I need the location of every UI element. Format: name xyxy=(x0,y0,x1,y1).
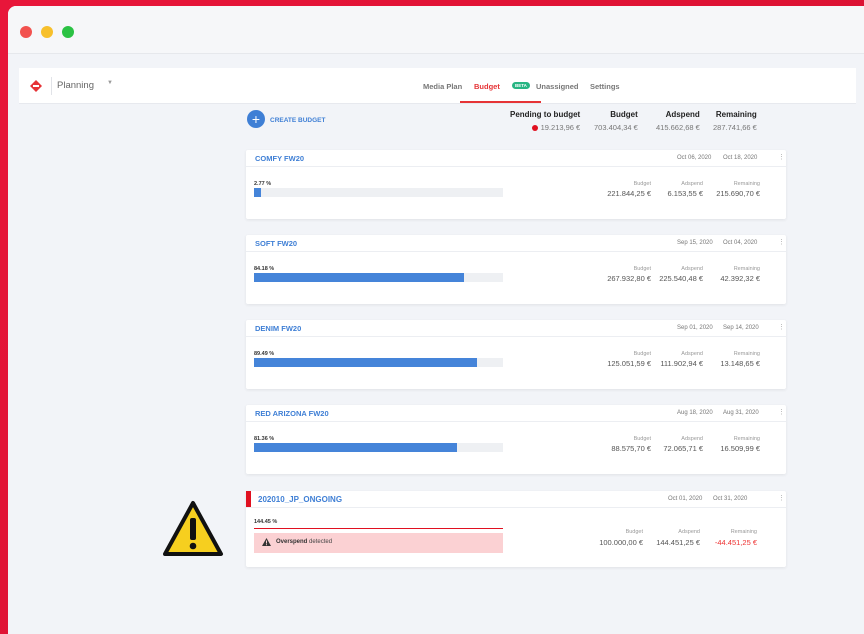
budget-card[interactable]: COMFY FW20 Oct 06, 2020 Oct 18, 2020 ⋮ 2… xyxy=(246,150,786,219)
remaining-label: Remaining xyxy=(733,351,760,357)
budget-name[interactable]: DENIM FW20 xyxy=(255,324,301,333)
progress-bar xyxy=(254,358,503,367)
remaining-label: Remaining xyxy=(733,436,760,442)
tab-settings[interactable]: Settings xyxy=(590,82,620,91)
start-date: Aug 18, 2020 xyxy=(677,410,713,416)
budget-label: Budget xyxy=(633,436,651,442)
start-date: Oct 01, 2020 xyxy=(668,496,703,502)
remaining-value: 16.509,99 € xyxy=(720,444,760,453)
budget-card[interactable]: RED ARIZONA FW20 Aug 18, 2020 Aug 31, 20… xyxy=(246,405,786,474)
summary-budget: Budget 703.404,34 € xyxy=(594,110,638,132)
more-options-icon[interactable]: ⋮ xyxy=(778,153,785,161)
brand-logo-icon xyxy=(30,80,42,92)
remaining-value: 13.148,65 € xyxy=(720,359,760,368)
end-date: Oct 31, 2020 xyxy=(713,496,748,502)
summary-budget-label: Budget xyxy=(610,110,638,119)
beta-badge: BETA xyxy=(512,82,530,89)
summary-pending-value: 19.213,96 € xyxy=(540,123,581,132)
budget-name[interactable]: SOFT FW20 xyxy=(255,239,297,248)
maximize-window-button[interactable] xyxy=(62,26,74,38)
plus-icon: + xyxy=(247,110,265,128)
progress-percent: 144.45 % xyxy=(254,519,278,525)
summary-pending-label: Pending to budget xyxy=(510,110,581,119)
budget-name[interactable]: 202010_JP_ONGOING xyxy=(258,495,342,504)
budget-card[interactable]: SOFT FW20 Sep 15, 2020 Oct 04, 2020 ⋮ 84… xyxy=(246,235,786,304)
budget-name[interactable]: RED ARIZONA FW20 xyxy=(255,409,329,418)
more-options-icon[interactable]: ⋮ xyxy=(778,494,785,502)
progress-bar xyxy=(254,273,503,282)
minimize-window-button[interactable] xyxy=(41,26,53,38)
top-navigation: Planning ▼ Media Plan Budget BETA Unassi… xyxy=(19,68,856,104)
budget-card[interactable]: DENIM FW20 Sep 01, 2020 Sep 14, 2020 ⋮ 8… xyxy=(246,320,786,389)
progress-fill xyxy=(254,358,477,367)
summary-budget-value: 703.404,34 € xyxy=(594,123,638,132)
tab-media-plan[interactable]: Media Plan xyxy=(423,82,462,91)
start-date: Oct 06, 2020 xyxy=(677,155,712,161)
summary-remaining-value: 287.741,66 € xyxy=(713,123,757,132)
overspend-alert: Overspend detected xyxy=(254,533,503,553)
remaining-value: 42.392,32 € xyxy=(720,274,760,283)
more-options-icon[interactable]: ⋮ xyxy=(778,408,785,416)
more-options-icon[interactable]: ⋮ xyxy=(778,323,785,331)
remaining-label: Remaining xyxy=(733,181,760,187)
adspend-label: Adspend xyxy=(681,436,703,442)
active-tab-indicator xyxy=(460,101,541,103)
remaining-value: -44.451,25 € xyxy=(714,538,757,547)
progress-fill xyxy=(254,443,457,452)
close-window-button[interactable] xyxy=(20,26,32,38)
budget-label: Budget xyxy=(633,351,651,357)
summary-remaining: Remaining 287.741,66 € xyxy=(713,110,757,132)
progress-percent: 84.18 % xyxy=(254,266,275,272)
window-titlebar xyxy=(8,6,864,54)
warning-text: detected xyxy=(309,539,333,545)
progress-fill xyxy=(254,188,261,197)
adspend-label: Adspend xyxy=(681,181,703,187)
warning-icon xyxy=(163,501,223,556)
tab-budget[interactable]: Budget xyxy=(474,82,500,91)
overspend-bar xyxy=(254,528,503,529)
more-options-icon[interactable]: ⋮ xyxy=(778,238,785,246)
warning-title: Overspend xyxy=(276,539,308,545)
progress-bar xyxy=(254,443,503,452)
progress-percent: 81.36 % xyxy=(254,436,275,442)
progress-percent: 89.49 % xyxy=(254,351,275,357)
summary-pending: Pending to budget 19.213,96 € xyxy=(510,110,580,132)
summary-adspend-label: Adspend xyxy=(665,110,700,119)
adspend-label: Adspend xyxy=(681,351,703,357)
remaining-label: Remaining xyxy=(733,266,760,272)
budget-label: Budget xyxy=(633,181,651,187)
end-date: Oct 04, 2020 xyxy=(723,240,758,246)
start-date: Sep 01, 2020 xyxy=(677,325,713,331)
create-budget-label: CREATE BUDGET xyxy=(270,117,326,124)
summary-adspend: Adspend 415.662,68 € xyxy=(656,110,700,132)
project-selector[interactable]: Planning xyxy=(57,80,94,91)
progress-fill xyxy=(254,273,464,282)
warning-icon xyxy=(262,538,271,546)
end-date: Aug 31, 2020 xyxy=(723,410,759,416)
budget-name[interactable]: COMFY FW20 xyxy=(255,154,304,163)
budget-card-overspend[interactable]: 202010_JP_ONGOING Oct 01, 2020 Oct 31, 2… xyxy=(246,491,786,567)
end-date: Oct 18, 2020 xyxy=(723,155,758,161)
adspend-label: Adspend xyxy=(678,529,700,535)
summary-remaining-label: Remaining xyxy=(715,110,757,119)
summary-adspend-value: 415.662,68 € xyxy=(656,123,700,132)
budget-label: Budget xyxy=(625,529,643,535)
alert-dot-icon xyxy=(531,125,538,131)
start-date: Sep 15, 2020 xyxy=(677,240,713,246)
end-date: Sep 14, 2020 xyxy=(723,325,759,331)
adspend-label: Adspend xyxy=(681,266,703,272)
budget-label: Budget xyxy=(633,266,651,272)
chevron-down-icon[interactable]: ▼ xyxy=(107,80,113,86)
remaining-value: 215.690,70 € xyxy=(716,189,760,198)
progress-bar xyxy=(254,188,503,197)
tab-unassigned[interactable]: Unassigned xyxy=(536,82,579,91)
progress-percent: 2.77 % xyxy=(254,181,272,187)
remaining-label: Remaining xyxy=(730,529,757,535)
divider xyxy=(51,77,52,95)
